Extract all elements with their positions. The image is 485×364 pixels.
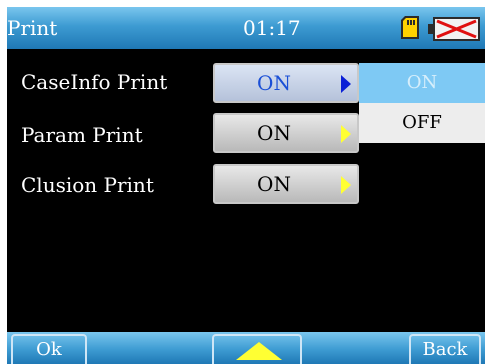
caseinfo-print-value: ON <box>257 71 291 95</box>
triangle-right-icon <box>341 125 351 143</box>
triangle-right-icon <box>341 75 351 93</box>
clusion-print-select[interactable]: ON <box>213 164 359 204</box>
ok-button[interactable]: Ok <box>11 334 87 364</box>
row-label-param-print: Param Print <box>21 123 143 147</box>
dropdown-menu: ON OFF <box>359 63 485 143</box>
param-print-value: ON <box>257 121 291 145</box>
up-button[interactable] <box>212 334 302 364</box>
sd-card-icon <box>401 16 419 39</box>
clusion-print-value: ON <box>257 172 291 196</box>
row-label-caseinfo-print: CaseInfo Print <box>21 70 168 94</box>
dropdown-option-on[interactable]: ON <box>359 63 485 103</box>
param-print-select[interactable]: ON <box>213 113 359 153</box>
triangle-right-icon <box>341 176 351 194</box>
caseinfo-print-select[interactable]: ON <box>213 63 359 103</box>
back-button[interactable]: Back <box>409 334 481 364</box>
page-title: Print <box>7 16 58 40</box>
row-label-clusion-print: Clusion Print <box>21 173 154 197</box>
up-arrow-icon <box>236 342 282 360</box>
dropdown-option-off[interactable]: OFF <box>359 103 485 143</box>
clock: 01:17 <box>243 16 301 40</box>
bottom-bar: Ok Back <box>7 332 485 364</box>
battery-empty-icon <box>428 17 480 41</box>
title-bar: Print 01:17 <box>7 7 485 49</box>
device-screen: Print 01:17 CaseInfo Print ON Param Prin… <box>7 7 485 364</box>
